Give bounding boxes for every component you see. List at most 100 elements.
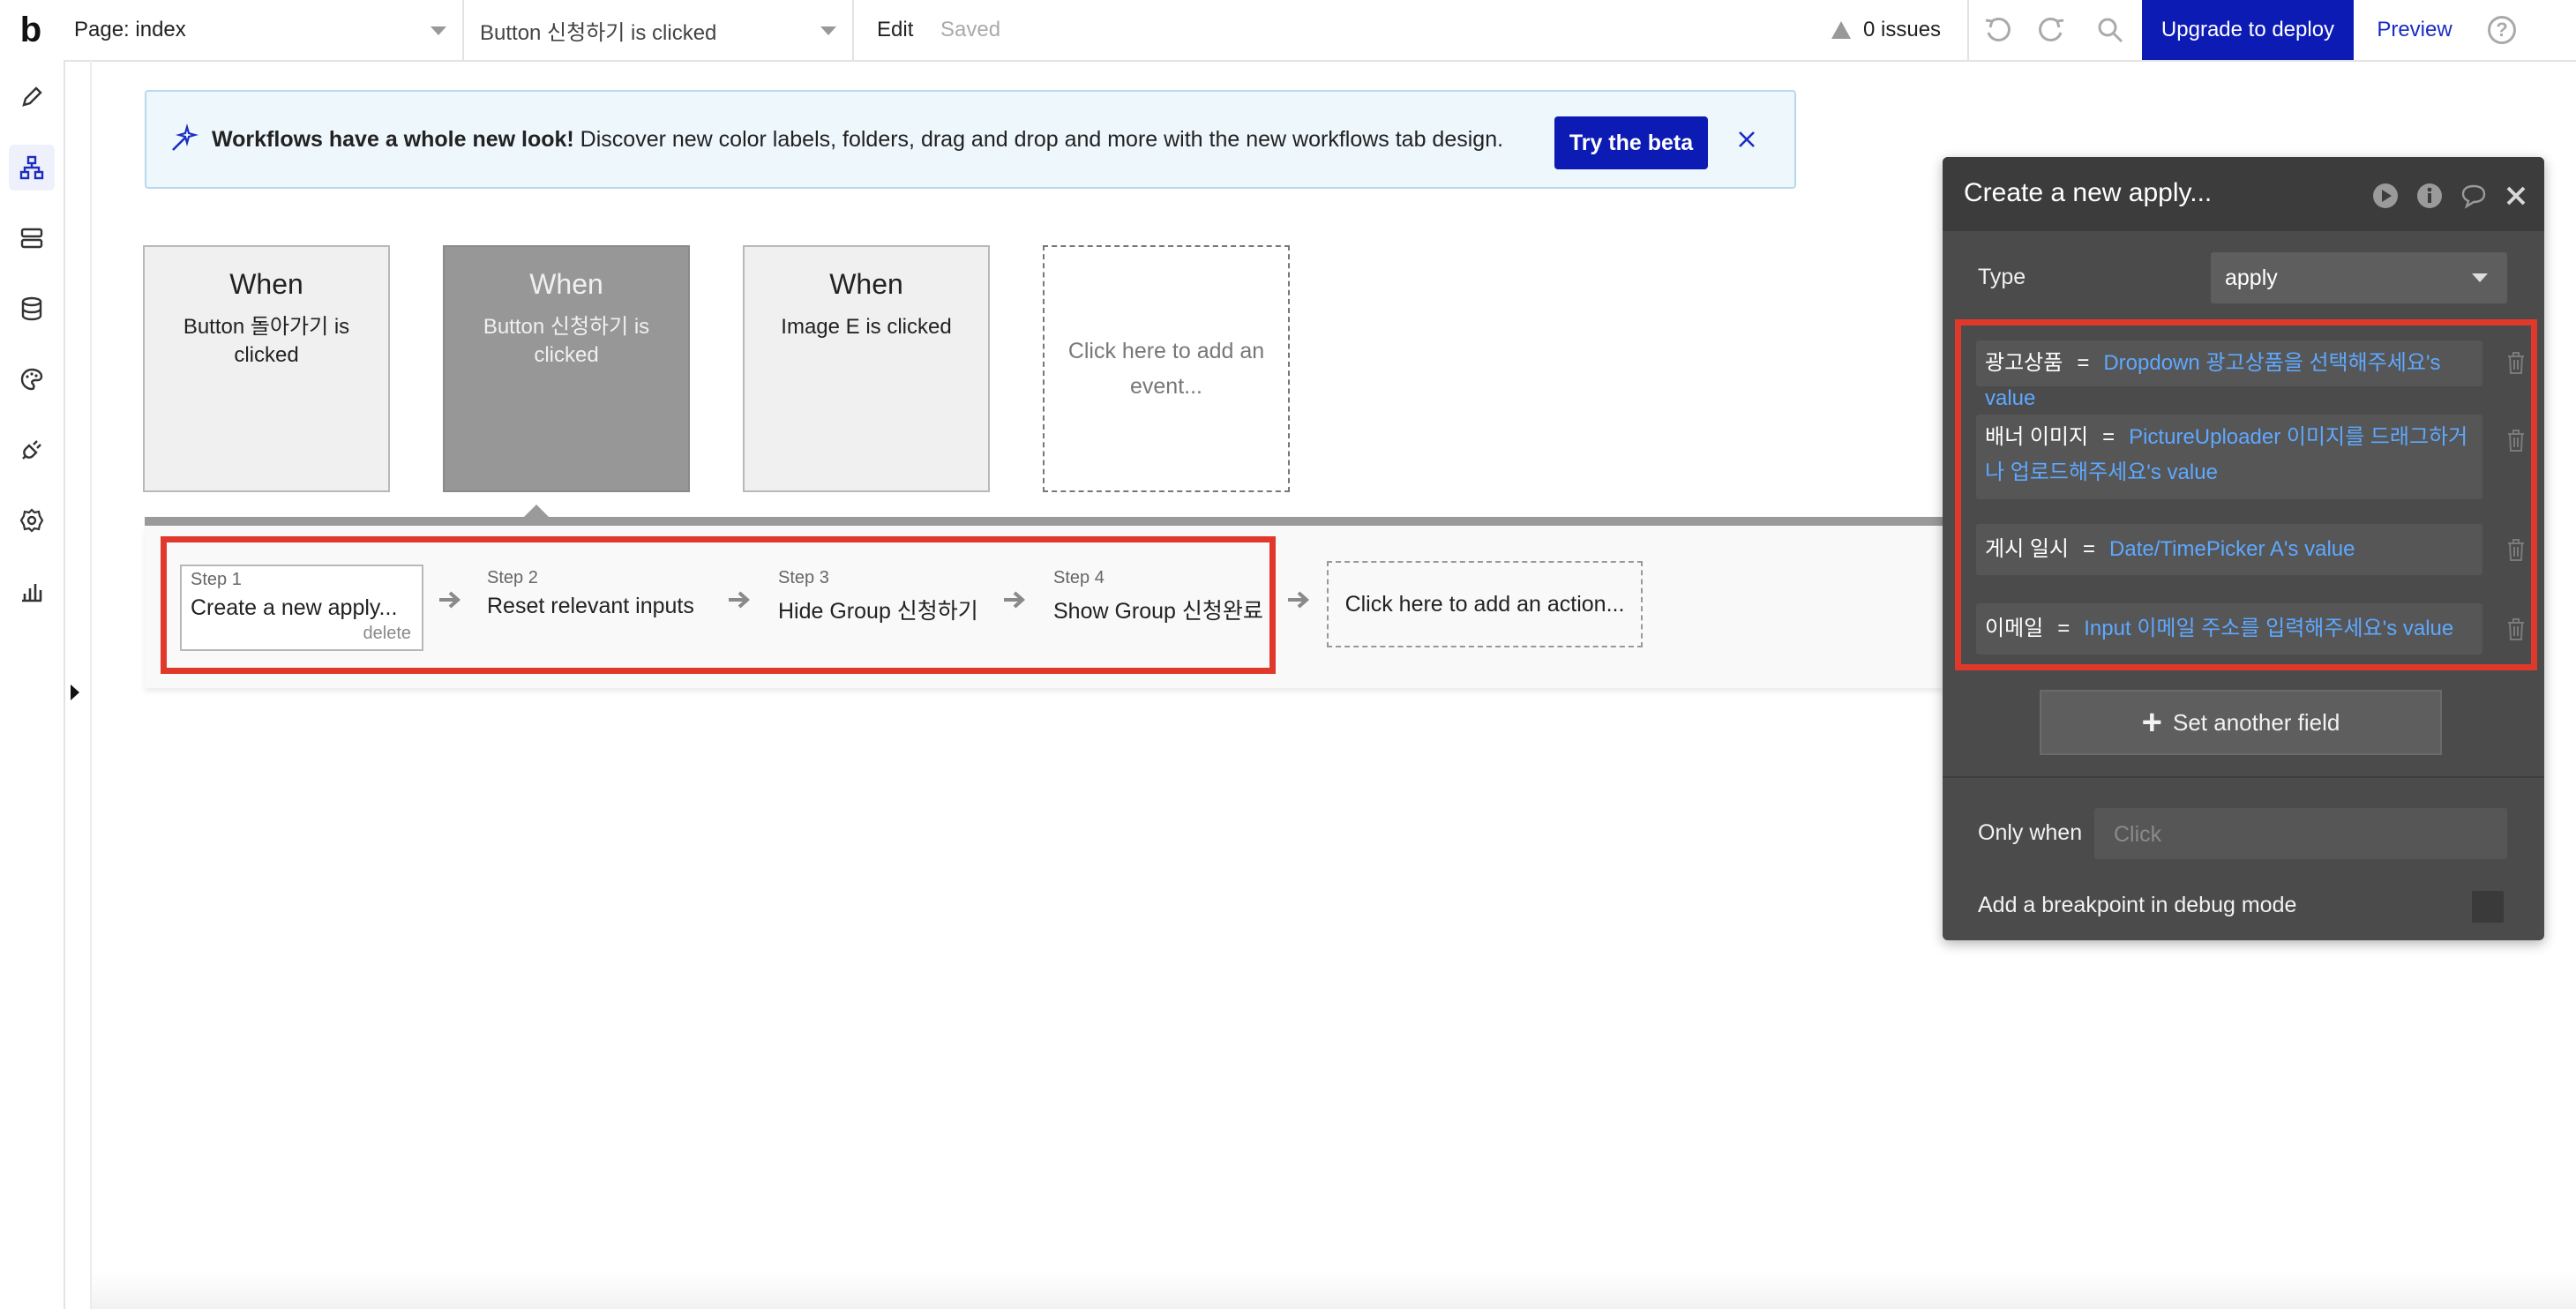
issues-count: 0 issues bbox=[1863, 18, 1942, 41]
field-name: 광고상품 bbox=[1985, 351, 2063, 375]
type-value: apply bbox=[2225, 266, 2278, 290]
sparkle-icon bbox=[172, 123, 199, 151]
event-select-value: Button 신청하기 is clicked bbox=[480, 20, 717, 45]
workflow-icon[interactable] bbox=[9, 145, 55, 191]
close-icon[interactable] bbox=[2502, 182, 2530, 210]
equals-sign: = bbox=[2057, 617, 2071, 640]
canvas-bottom-edge bbox=[92, 1270, 2576, 1309]
action-property-editor: Create a new apply... Type apply 광고상품 = Dr… bbox=[1943, 157, 2544, 940]
new-look-banner: Workflows have a whole new look! Discove… bbox=[145, 90, 1796, 189]
step-card[interactable]: Step 4 Show Group 신청완료 bbox=[1045, 565, 1272, 651]
breakpoint-label: Add a breakpoint in debug mode bbox=[1978, 893, 2297, 917]
add-action-button[interactable]: Click here to add an action... bbox=[1327, 561, 1643, 647]
plus-icon: + bbox=[2141, 703, 2162, 742]
step-number: Step 3 bbox=[778, 568, 829, 587]
database-icon[interactable] bbox=[9, 286, 55, 332]
event-card[interactable]: When Image E is clicked bbox=[743, 245, 990, 492]
expand-arrow-icon[interactable] bbox=[71, 684, 79, 700]
type-dropdown[interactable]: apply bbox=[2211, 252, 2507, 303]
field-row[interactable]: 배너 이미지 = PictureUploader 이미지를 드래그하거나 업로드해주… bbox=[1976, 415, 2482, 499]
field-name: 배너 이미지 bbox=[1985, 425, 2089, 449]
equals-sign: = bbox=[2077, 351, 2090, 375]
page-select-value: Page: index bbox=[74, 18, 186, 41]
trash-icon[interactable] bbox=[2504, 616, 2528, 642]
panel-header: Create a new apply... bbox=[1943, 157, 2544, 231]
divider bbox=[1967, 0, 1969, 60]
info-icon[interactable] bbox=[2415, 182, 2444, 210]
field-name: 게시 일시 bbox=[1985, 537, 2069, 561]
trash-icon[interactable] bbox=[2504, 349, 2528, 376]
banner-message: Workflows have a whole new look! Discove… bbox=[212, 127, 1588, 153]
redo-icon[interactable] bbox=[2034, 12, 2070, 48]
steps-divider bbox=[145, 517, 1944, 526]
edit-menu[interactable]: Edit bbox=[877, 0, 913, 60]
issues-indicator[interactable]: 0 issues bbox=[1831, 0, 1941, 60]
top-bar: b Page: index Button 신청하기 is clicked Edi… bbox=[0, 0, 2576, 62]
step-name: Create a new apply... bbox=[191, 595, 398, 620]
preview-button[interactable]: Preview bbox=[2357, 0, 2472, 60]
play-icon[interactable] bbox=[2371, 182, 2400, 210]
try-beta-button[interactable]: Try the beta bbox=[1554, 116, 1708, 169]
help-button[interactable]: ? bbox=[2477, 0, 2527, 60]
step-name: Show Group 신청완료 bbox=[1053, 599, 1263, 624]
trash-icon[interactable] bbox=[2504, 427, 2528, 453]
field-row[interactable]: 게시 일시 = Date/TimePicker A's value bbox=[1976, 524, 2482, 575]
add-event-button[interactable]: Click here to add an event... bbox=[1043, 245, 1290, 492]
step-name: Hide Group 신청하기 bbox=[778, 599, 978, 624]
event-description: Button 신청하기 is clicked bbox=[483, 315, 650, 367]
field-row[interactable]: 광고상품 = Dropdown 광고상품을 선택해주세요's value bbox=[1976, 340, 2482, 410]
event-description: Button 돌아가기 is clicked bbox=[183, 315, 350, 367]
breakpoint-checkbox[interactable] bbox=[2472, 891, 2504, 923]
warning-icon bbox=[1831, 21, 1851, 39]
undo-icon[interactable] bbox=[1980, 12, 2015, 48]
event-when-label: When bbox=[529, 268, 603, 300]
event-card[interactable]: When Button 돌아가기 is clicked bbox=[143, 245, 390, 492]
add-event-label: Click here to add an event... bbox=[1067, 339, 1265, 399]
field-value[interactable]: Input 이메일 주소를 입력해주세요's value bbox=[2084, 617, 2453, 640]
arrow-right-icon bbox=[729, 591, 751, 609]
help-icon: ? bbox=[2488, 16, 2516, 44]
step-card[interactable]: Step 1 Create a new apply... delete bbox=[180, 565, 423, 651]
set-another-field-button[interactable]: + Set another field bbox=[2040, 690, 2442, 755]
divider bbox=[1943, 776, 2544, 778]
pencil-icon[interactable] bbox=[9, 74, 55, 120]
type-label: Type bbox=[1978, 265, 2026, 289]
banner-body: Discover new color labels, folders, drag… bbox=[573, 126, 1504, 152]
analytics-icon[interactable] bbox=[9, 568, 55, 614]
server-icon[interactable] bbox=[9, 215, 55, 261]
arrow-right-icon bbox=[1288, 591, 1310, 609]
step-card[interactable]: Step 2 Reset relevant inputs bbox=[478, 565, 703, 651]
bubble-logo[interactable]: b bbox=[0, 0, 62, 60]
palette-icon[interactable] bbox=[9, 356, 55, 402]
step-name: Reset relevant inputs bbox=[487, 594, 694, 618]
trash-icon[interactable] bbox=[2504, 536, 2528, 563]
selected-event-pointer bbox=[524, 505, 549, 517]
equals-sign: = bbox=[2102, 425, 2115, 449]
field-name: 이메일 bbox=[1985, 617, 2044, 640]
plugin-icon[interactable] bbox=[9, 427, 55, 473]
chevron-down-icon bbox=[820, 26, 836, 35]
settings-icon[interactable] bbox=[9, 497, 55, 543]
chevron-down-icon bbox=[2472, 273, 2488, 282]
step-number: Step 1 bbox=[191, 570, 242, 589]
banner-title: Workflows have a whole new look! bbox=[212, 126, 574, 152]
field-value[interactable]: Date/TimePicker A's value bbox=[2109, 537, 2355, 561]
field-row[interactable]: 이메일 = Input 이메일 주소를 입력해주세요's value bbox=[1976, 603, 2482, 654]
only-when-label: Only when bbox=[1978, 820, 2083, 845]
delete-step-link[interactable]: delete bbox=[363, 624, 412, 644]
page-select[interactable]: Page: index bbox=[62, 0, 464, 60]
close-icon[interactable] bbox=[1731, 123, 1763, 155]
save-status: Saved bbox=[940, 18, 1001, 41]
step-number: Step 4 bbox=[1053, 568, 1105, 587]
event-select[interactable]: Button 신청하기 is clicked bbox=[466, 0, 854, 60]
upgrade-button[interactable]: Upgrade to deploy bbox=[2142, 0, 2354, 60]
only-when-input[interactable]: Click bbox=[2094, 808, 2507, 859]
event-card-selected[interactable]: When Button 신청하기 is clicked bbox=[443, 245, 690, 492]
step-card[interactable]: Step 3 Hide Group 신청하기 bbox=[769, 565, 987, 651]
step-number: Step 2 bbox=[487, 568, 538, 587]
comment-icon[interactable] bbox=[2460, 182, 2488, 210]
event-when-label: When bbox=[229, 268, 303, 300]
search-icon[interactable] bbox=[2093, 12, 2128, 48]
left-sidebar bbox=[0, 60, 65, 1309]
set-another-field-label: Set another field bbox=[2173, 708, 2340, 736]
